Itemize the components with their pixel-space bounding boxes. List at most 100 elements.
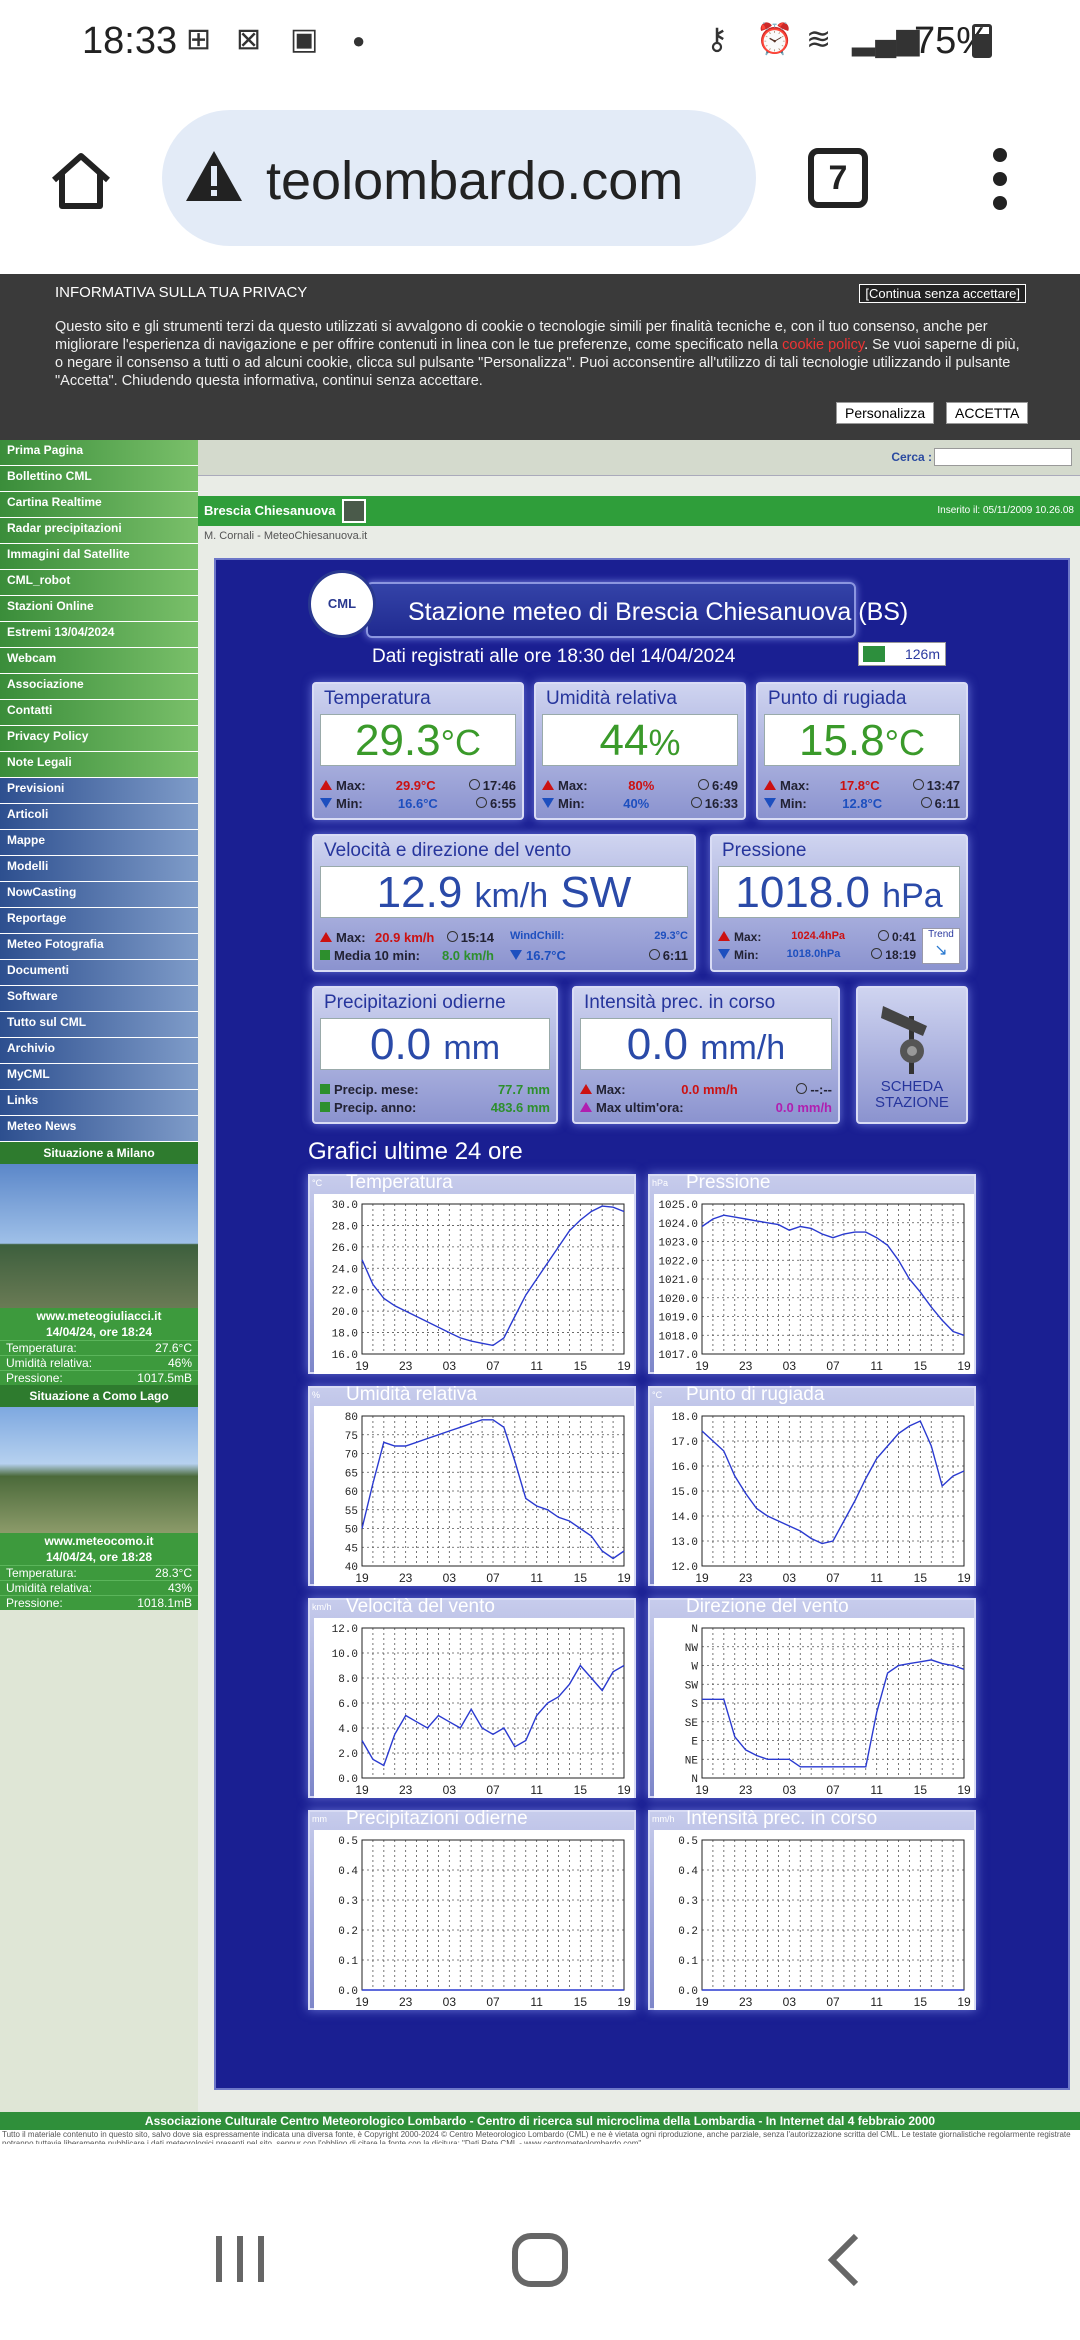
chart-3: % Umidità relativa 80 75 70 65 60 55 50 45 40 19 23 0… [308, 1384, 636, 1586]
wifi-icon: ≋ [806, 23, 832, 56]
unit: °C [440, 722, 482, 763]
chart-title: Direzione del vento [686, 1596, 849, 1617]
nav-item[interactable]: Contatti [0, 700, 198, 726]
chart-svg: 0.50.40.30.20.10.019 23 03 07 11 15 19 [654, 1830, 974, 2010]
station-sheet-button[interactable]: SCHEDA STAZIONE [856, 986, 968, 1124]
privacy-banner: INFORMATIVA SULLA TUA PRIVACY [Continua … [0, 274, 1080, 440]
nav-item[interactable]: Reportage [0, 908, 198, 934]
privacy-title: INFORMATIVA SULLA TUA PRIVACY [55, 284, 308, 301]
year-row: Precip. anno: 483.6 mm [320, 1100, 550, 1115]
nav-item[interactable]: Privacy Policy [0, 726, 198, 752]
y-tick-label: NE [685, 1755, 699, 1767]
x-tick-label: 19 [617, 1783, 631, 1797]
milano-widget: Situazione a Milano www.meteogiuliacci.i… [0, 1142, 198, 1385]
x-tick-label: 03 [783, 1359, 797, 1373]
nav-item[interactable]: Prima Pagina [0, 440, 198, 466]
x-tick-label: 19 [957, 1783, 971, 1797]
continue-without-accepting-link[interactable]: [Continua senza accettare] [859, 284, 1026, 303]
windchill-label: WindChill: [510, 930, 565, 942]
nav-item[interactable]: Modelli [0, 856, 198, 882]
x-tick-label: 11 [530, 1571, 543, 1585]
nav-item[interactable]: Bollettino CML [0, 466, 198, 492]
max-row: Max: 0.0 mm/h --:-- [580, 1082, 832, 1097]
chart-title: Punto di rugiada [686, 1384, 825, 1405]
avg-value: 8.0 km/h [441, 948, 494, 963]
accept-button[interactable]: ACCETTA [946, 402, 1029, 424]
y-tick-label: 22.0 [332, 1286, 358, 1298]
rain-card: Precipitazioni odierne 0.0 mm Precip. me… [312, 986, 558, 1124]
overflow-menu-icon[interactable] [990, 148, 1010, 212]
search-label: Cerca : [891, 450, 932, 464]
nav-item[interactable]: Mappe [0, 830, 198, 856]
nav-item[interactable]: Radar precipitazioni [0, 518, 198, 544]
x-tick-label: 11 [870, 1359, 883, 1373]
card-label: Punto di rugiada [768, 688, 907, 709]
row-value: 46% [167, 1356, 192, 1370]
widget-row: Temperatura: 27.6°C [0, 1340, 198, 1355]
nav-item[interactable]: Stazioni Online [0, 596, 198, 622]
max-time: 17:46 [482, 778, 516, 793]
milano-webcam-image[interactable] [0, 1164, 198, 1308]
nav-item[interactable]: Cartina Realtime [0, 492, 198, 518]
chart-unit: km/h [312, 1602, 332, 1612]
nav-item[interactable]: Tutto sul CML [0, 1012, 198, 1038]
nav-item[interactable]: Immagini dal Satellite [0, 544, 198, 570]
nav-item[interactable]: NowCasting [0, 882, 198, 908]
customize-button[interactable]: Personalizza [836, 402, 935, 424]
x-tick-label: 03 [443, 1359, 457, 1373]
max-label: Max: [734, 930, 762, 944]
nav-item[interactable]: Webcam [0, 648, 198, 674]
home-icon[interactable] [48, 148, 114, 214]
expand-icon[interactable] [342, 499, 366, 523]
nav-item[interactable]: Articoli [0, 804, 198, 830]
como-webcam-image[interactable] [0, 1407, 198, 1533]
x-tick-label: 23 [739, 1783, 753, 1797]
home-nav-icon[interactable] [510, 2232, 570, 2288]
nav-item[interactable]: Meteo Fotografia [0, 934, 198, 960]
warning-icon[interactable] [184, 148, 244, 204]
chart-svg: NNWWSWSSEENEN19 23 03 07 11 15 19 [654, 1618, 974, 1798]
search-input[interactable] [934, 448, 1072, 466]
station-header: Brescia Chiesanuova Inserito il: 05/11/2… [198, 496, 1080, 526]
chart-unit: mm [312, 1814, 327, 1824]
x-tick-label: 19 [617, 1359, 631, 1373]
x-tick-label: 23 [739, 1995, 753, 2009]
card-label: Velocità e direzione del vento [324, 840, 572, 861]
nav-item[interactable]: Meteo News [0, 1116, 198, 1142]
chart-svg: 0.50.40.30.20.10.019 23 03 07 11 15 19 [314, 1830, 634, 2010]
nav-item[interactable]: MyCML [0, 1064, 198, 1090]
nav-item[interactable]: Note Legali [0, 752, 198, 778]
cookie-policy-link[interactable]: cookie policy [782, 337, 864, 353]
trend-button[interactable]: Trend ↘ [922, 928, 960, 964]
tab-switcher-button[interactable]: 7 [808, 148, 868, 208]
wind-direction: SW [560, 868, 632, 917]
url-text[interactable]: teolombardo.com [266, 150, 746, 212]
y-tick-label: 20.0 [332, 1307, 358, 1319]
nav-item[interactable]: Estremi 13/04/2024 [0, 622, 198, 648]
back-icon[interactable] [824, 2232, 864, 2288]
address-bar[interactable]: teolombardo.com [162, 110, 756, 246]
cml-logo: CML [308, 570, 376, 638]
temperature-card: Temperatura 29.3°C Max: 29.9°C 17:46 Min: 1… [312, 682, 524, 820]
chart-unit: hPa [652, 1178, 669, 1188]
nav-item[interactable]: Documenti [0, 960, 198, 986]
clock-icon [912, 779, 924, 790]
altitude-value: 126m [904, 646, 940, 662]
nav-item[interactable]: Software [0, 986, 198, 1012]
nav-item[interactable]: Links [0, 1090, 198, 1116]
clock-icon [920, 797, 932, 808]
widget-site[interactable]: www.meteocomo.it [0, 1533, 198, 1549]
nav-item[interactable]: CML_robot [0, 570, 198, 596]
alarm-icon: ⏰ [756, 23, 794, 56]
recents-icon[interactable] [212, 2232, 268, 2286]
nav-item[interactable]: Previsioni [0, 778, 198, 804]
max-label: Max: [336, 930, 366, 945]
x-tick-label: 03 [443, 1783, 457, 1797]
x-tick-label: 19 [355, 1571, 369, 1585]
trend-arrow-icon: ↘ [934, 942, 948, 959]
widget-site[interactable]: www.meteogiuliacci.it [0, 1308, 198, 1324]
signal-icon: ▂▄▆ [852, 23, 920, 56]
footer: Associazione Culturale Centro Meteorolog… [0, 2112, 1080, 2144]
nav-item[interactable]: Associazione [0, 674, 198, 700]
nav-item[interactable]: Archivio [0, 1038, 198, 1064]
